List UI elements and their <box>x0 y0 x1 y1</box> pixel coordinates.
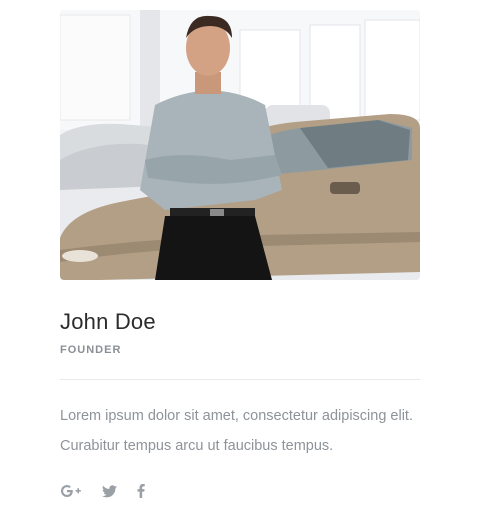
facebook-link[interactable] <box>137 484 145 498</box>
person-bio: Lorem ipsum dolor sit amet, consectetur … <box>60 408 413 454</box>
person-name: John Doe <box>60 309 156 334</box>
twitter-icon <box>102 484 117 497</box>
divider <box>60 379 420 380</box>
profile-photo <box>60 10 420 280</box>
google-plus-link[interactable] <box>60 484 82 498</box>
person-role: FOUNDER <box>60 344 122 356</box>
google-plus-icon <box>61 485 81 497</box>
twitter-link[interactable] <box>102 484 117 498</box>
social-links <box>60 481 145 501</box>
facebook-icon <box>137 484 145 498</box>
